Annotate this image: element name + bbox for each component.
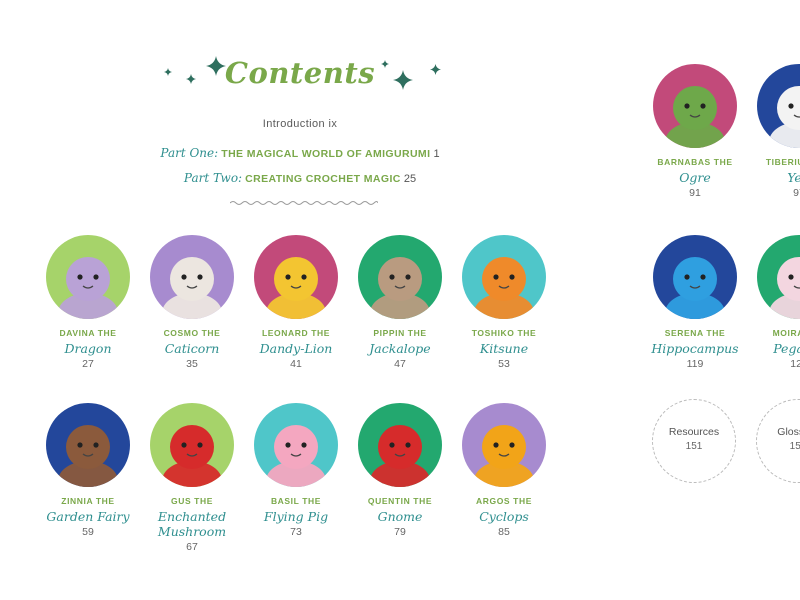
- character-name: Caticorn: [164, 341, 220, 356]
- character-name: Gnome: [377, 509, 423, 524]
- character-entry[interactable]: PIPPIN THE Jackalope 47: [345, 235, 455, 371]
- character-photo: [358, 235, 442, 319]
- sparkle-icon: [381, 60, 389, 68]
- part-page: 25: [403, 173, 417, 185]
- sparkle-icon: [186, 74, 196, 84]
- character-photo: [653, 235, 737, 319]
- character-title: DAVINA THE: [59, 328, 117, 338]
- character-photo: [150, 403, 234, 487]
- part-title: THE MAGICAL WORLD OF AMIGURUMI: [221, 148, 431, 160]
- badge-label: Glossary: [777, 426, 800, 438]
- character-entry[interactable]: DAVINA THE Dragon 27: [33, 235, 143, 371]
- character-photo: [462, 235, 546, 319]
- character-page: 53: [498, 358, 510, 370]
- character-page: 97: [793, 187, 800, 199]
- character-photo: [757, 235, 800, 319]
- character-entry[interactable]: MOIRA THE Pegasus 127: [744, 235, 800, 371]
- part-page: 1: [433, 148, 440, 160]
- character-page: 85: [498, 526, 510, 538]
- character-title: LEONARD THE: [262, 328, 330, 338]
- character-entry[interactable]: SERENA THE Hippocampus 119: [640, 235, 750, 371]
- sparkle-icon: [430, 64, 441, 75]
- character-page: 119: [686, 358, 704, 370]
- character-name: Garden Fairy: [46, 509, 130, 524]
- character-title: ARGOS THE: [476, 496, 532, 506]
- character-title: GUS THE: [171, 496, 213, 506]
- character-name: Cyclops: [479, 509, 529, 524]
- character-page: 27: [82, 358, 94, 370]
- character-name: Jackalope: [369, 341, 431, 356]
- character-page: 35: [186, 358, 198, 370]
- character-title: SERENA THE: [664, 328, 726, 338]
- part-one-entry[interactable]: Part One: THE MAGICAL WORLD OF AMIGURUMI…: [120, 146, 480, 160]
- character-name: Dandy-Lion: [259, 341, 333, 356]
- character-title: PIPPIN THE: [373, 328, 427, 338]
- title-block: Contents: [150, 50, 450, 100]
- character-entry[interactable]: QUENTIN THE Gnome 79: [345, 403, 455, 539]
- character-entry[interactable]: GUS THE Enchanted Mushroom 67: [137, 403, 247, 554]
- character-name: Hippocampus: [651, 341, 739, 356]
- character-page: 41: [290, 358, 302, 370]
- character-page: 79: [394, 526, 406, 538]
- character-title: ZINNIA THE: [61, 496, 115, 506]
- character-page: 47: [394, 358, 406, 370]
- glossary-badge[interactable]: Glossary 153: [756, 399, 800, 483]
- part-lead: Part One:: [160, 146, 219, 160]
- character-photo: [46, 235, 130, 319]
- sparkle-icon: [206, 56, 226, 76]
- badge-label: Resources: [668, 426, 720, 438]
- character-entry[interactable]: TOSHIKO THE Kitsune 53: [449, 235, 559, 371]
- character-photo: [358, 403, 442, 487]
- character-photo: [757, 64, 800, 148]
- character-entry[interactable]: BARNABAS THE Ogre 91: [640, 64, 750, 200]
- character-title: MOIRA THE: [772, 328, 800, 338]
- character-entry[interactable]: ZINNIA THE Garden Fairy 59: [33, 403, 143, 539]
- character-title: BASIL THE: [270, 496, 322, 506]
- character-title: TOSHIKO THE: [471, 328, 537, 338]
- character-photo: [653, 64, 737, 148]
- character-entry[interactable]: LEONARD THE Dandy-Lion 41: [241, 235, 351, 371]
- character-name: Yeti: [787, 170, 800, 185]
- character-name: Enchanted: [157, 509, 227, 524]
- wave-divider: [230, 201, 378, 205]
- part-title: CREATING CROCHET MAGIC: [245, 173, 401, 185]
- character-page: 67: [186, 541, 198, 553]
- contents-page: Contents Introduction ix Part One: THE M…: [0, 0, 800, 600]
- character-page: 73: [290, 526, 302, 538]
- character-photo: [254, 235, 338, 319]
- character-name: Pegasus: [773, 341, 800, 356]
- character-title: BARNABAS THE: [657, 157, 733, 167]
- character-entry[interactable]: COSMO THE Caticorn 35: [137, 235, 247, 371]
- character-photo: [462, 403, 546, 487]
- character-page: 127: [790, 358, 800, 370]
- character-name: Ogre: [679, 170, 711, 185]
- character-name: Kitsune: [479, 341, 529, 356]
- resources-badge[interactable]: Resources 151: [652, 399, 736, 483]
- character-name: Flying Pig: [263, 509, 329, 524]
- badge-page: 151: [685, 441, 703, 452]
- intro-entry[interactable]: Introduction ix: [205, 118, 395, 130]
- part-lead: Part Two:: [183, 171, 243, 185]
- character-title: TIBERIUS THE: [765, 157, 800, 167]
- character-photo: [254, 403, 338, 487]
- character-photo: [150, 235, 234, 319]
- part-two-entry[interactable]: Part Two: CREATING CROCHET MAGIC 25: [120, 171, 480, 185]
- character-photo: [46, 403, 130, 487]
- sparkle-icon: [393, 70, 413, 90]
- character-entry[interactable]: BASIL THE Flying Pig 73: [241, 403, 351, 539]
- character-entry[interactable]: ARGOS THE Cyclops 85: [449, 403, 559, 539]
- badge-page: 153: [789, 441, 800, 452]
- character-name: Dragon: [64, 341, 112, 356]
- sparkle-icon: [164, 68, 172, 76]
- character-page: 91: [689, 187, 701, 199]
- character-title: COSMO THE: [163, 328, 221, 338]
- character-title: QUENTIN THE: [367, 496, 433, 506]
- character-page: 59: [82, 526, 94, 538]
- character-name-line2: Mushroom: [157, 524, 227, 539]
- character-entry[interactable]: TIBERIUS THE Yeti 97: [744, 64, 800, 200]
